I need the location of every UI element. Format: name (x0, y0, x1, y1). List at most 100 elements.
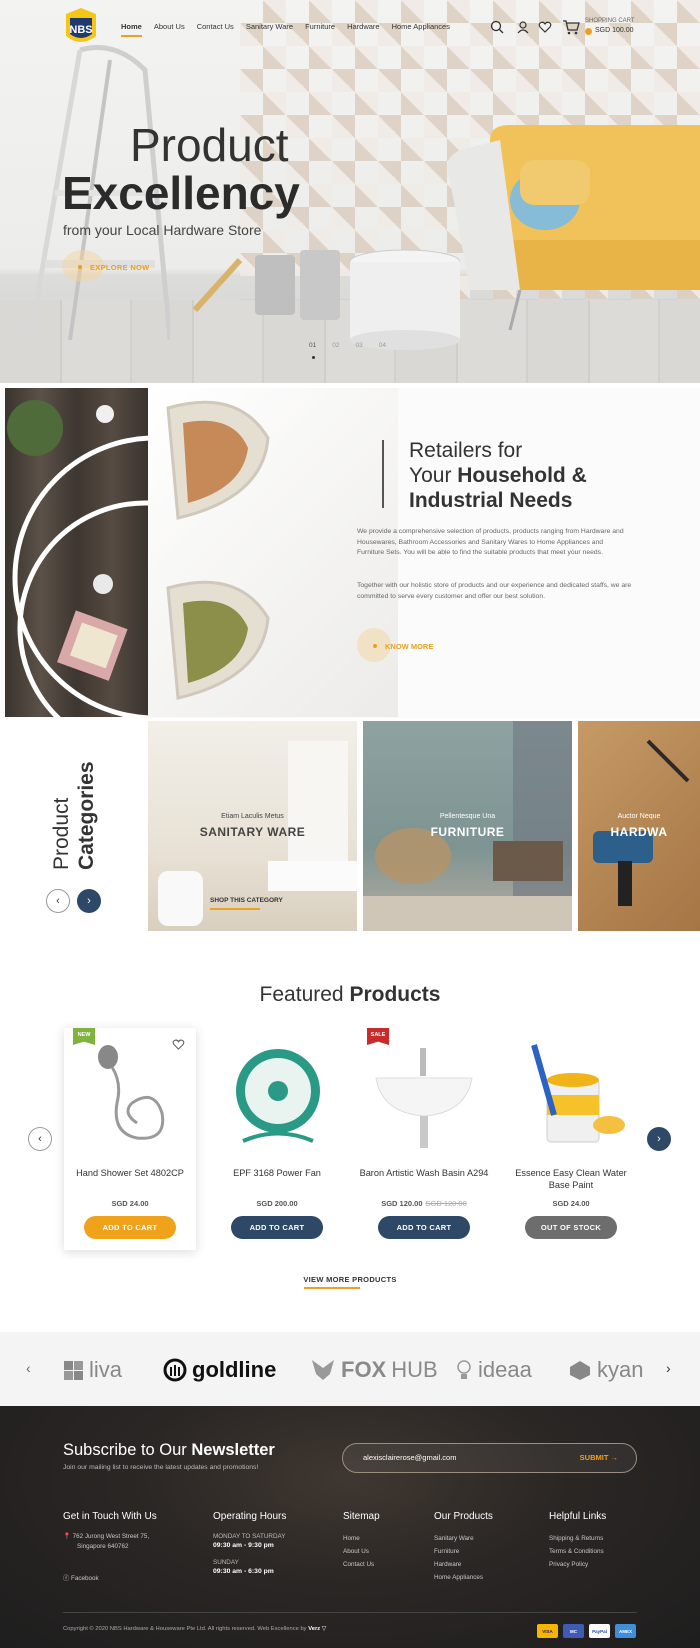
cart-total[interactable]: SGD 100.00 (595, 27, 634, 34)
categories-next-button[interactable]: › (77, 889, 101, 913)
about-heading-line1: Retailers for (409, 439, 523, 462)
footer-hardware-link[interactable]: Hardware (434, 1558, 493, 1571)
about-paragraph-1: We provide a comprehensive selection of … (357, 528, 624, 556)
product-name[interactable]: EPF 3168 Power Fan (211, 1167, 343, 1179)
know-more-dot-icon (373, 644, 377, 648)
product-name[interactable]: Essence Easy Clean Water Base Paint (505, 1167, 637, 1191)
brand-fox: FOX (341, 1357, 387, 1382)
brand-liva-name: liva (89, 1357, 123, 1382)
privacy-link[interactable]: Privacy Policy (549, 1558, 606, 1571)
products-next-button[interactable]: › (647, 1127, 671, 1151)
brand-goldline[interactable]: goldline (163, 1357, 276, 1383)
shipping-returns-link[interactable]: Shipping & Returns (549, 1532, 606, 1545)
wash-basin-image (375, 1048, 473, 1148)
wishlist-heart-icon[interactable] (538, 20, 552, 34)
sitemap-contact-link[interactable]: Contact Us (343, 1558, 380, 1571)
footer-sanitary-link[interactable]: Sanitary Ware (434, 1532, 493, 1545)
sitemap-about-link[interactable]: About Us (343, 1545, 380, 1558)
nav-about-us[interactable]: About Us (154, 22, 185, 37)
categories-prev-button[interactable]: ‹ (46, 889, 70, 913)
sofa-image (446, 125, 700, 331)
product-price: SGD 24.00 (552, 1199, 590, 1208)
product-price: SGD 120.00 SGD 120.00 (358, 1199, 490, 1208)
slide-2-link[interactable]: 02 (332, 342, 339, 349)
brand-kyan[interactable]: kyan (568, 1357, 643, 1383)
copyright-text: Copyright © 2020 NBS Hardware & Housewar… (63, 1626, 326, 1632)
nav-home[interactable]: Home (121, 22, 142, 37)
know-more-button[interactable]: KNOW MORE (385, 642, 433, 651)
product-card[interactable]: NEW Hand Shower Set 4802CP SGD 24.00 ADD… (64, 1028, 196, 1250)
about-heading-line2-bold: Household & (457, 464, 587, 487)
shop-this-category-link[interactable]: SHOP THIS CATEGORY (210, 897, 283, 904)
category-name: FURNITURE (430, 825, 505, 839)
categories-title-bold: Categories (75, 761, 98, 870)
visa-icon: VISA (537, 1624, 558, 1638)
user-icon[interactable] (516, 20, 530, 34)
newsletter-email-input[interactable] (363, 1453, 543, 1462)
facebook-link[interactable]: ⓕ Facebook (63, 1572, 157, 1585)
nav-hardware[interactable]: Hardware (347, 22, 380, 37)
footer-appliances-link[interactable]: Home Appliances (434, 1571, 493, 1584)
liva-logo-icon (64, 1361, 83, 1380)
nav-home-appliances[interactable]: Home Appliances (392, 22, 450, 37)
category-card-hardware[interactable]: Auctor Neque HARDWA (578, 721, 700, 931)
active-slide-indicator (312, 356, 315, 359)
product-card[interactable]: SALE Baron Artistic Wash Basin A294 SGD … (358, 1028, 490, 1250)
view-more-products-link[interactable]: VIEW MORE PRODUCTS (0, 1275, 700, 1284)
nav-contact-us[interactable]: Contact Us (197, 22, 234, 37)
featured-title-light: Featured (259, 983, 350, 1006)
add-to-cart-button[interactable]: ADD TO CART (84, 1216, 176, 1239)
brand-ideaa[interactable]: ideaa (455, 1357, 532, 1383)
newsletter-submit-button[interactable]: SUBMIT → (580, 1453, 618, 1462)
brands-next-icon[interactable]: › (666, 1360, 671, 1376)
sitemap-home-link[interactable]: Home (343, 1532, 380, 1545)
explore-dot-icon (78, 265, 82, 269)
brand-hub: HUB (391, 1357, 438, 1382)
brands-prev-icon[interactable]: ‹ (26, 1360, 31, 1376)
nav-sanitary-ware[interactable]: Sanitary Ware (246, 22, 293, 37)
sitemap-heading: Sitemap (343, 1511, 380, 1522)
out-of-stock-button[interactable]: OUT OF STOCK (525, 1216, 617, 1239)
search-icon[interactable] (490, 20, 504, 34)
footer-help-column: Helpful Links Shipping & Returns Terms &… (549, 1511, 606, 1571)
nav-furniture[interactable]: Furniture (305, 22, 335, 37)
product-card[interactable]: EPF 3168 Power Fan SGD 200.00 ADD TO CAR… (211, 1028, 343, 1250)
brand-foxhub[interactable]: FOX HUB (310, 1357, 438, 1383)
brand-liva[interactable]: liva (62, 1357, 122, 1383)
add-to-cart-button[interactable]: ADD TO CART (378, 1216, 470, 1239)
product-name[interactable]: Hand Shower Set 4802CP (64, 1167, 196, 1179)
footer-furniture-link[interactable]: Furniture (434, 1545, 493, 1558)
products-prev-button[interactable]: ‹ (28, 1127, 52, 1151)
wishlist-heart-icon[interactable] (172, 1038, 185, 1050)
category-card-furniture[interactable]: Pellentesque Una FURNITURE (363, 721, 572, 931)
main-nav: Home About Us Contact Us Sanitary Ware F… (121, 22, 462, 37)
cart-icon[interactable] (562, 18, 580, 36)
sale-badge: SALE (367, 1028, 389, 1045)
hero-subtitle: from your Local Hardware Store (63, 222, 262, 238)
slide-4-link[interactable]: 04 (379, 342, 386, 349)
slide-3-link[interactable]: 03 (355, 342, 362, 349)
category-tagline: Pellentesque Una (439, 813, 496, 820)
verz-link[interactable]: Verz (308, 1626, 320, 1632)
view-more-underline (304, 1287, 360, 1289)
site-header: NBS Home About Us Contact Us Sanitary Wa… (0, 0, 700, 56)
product-card[interactable]: Essence Easy Clean Water Base Paint SGD … (505, 1028, 637, 1250)
footer-hours-column: Operating Hours MONDAY TO SATURDAY 09:30… (213, 1511, 286, 1584)
cart-label[interactable]: SHOPPING CART (585, 18, 635, 24)
category-name: HARDWA (610, 825, 668, 839)
terms-link[interactable]: Terms & Conditions (549, 1545, 606, 1558)
original-price: SGD 120.00 (425, 1199, 467, 1208)
shop-link-underline (210, 908, 260, 910)
sunday-hours: 09:30 am - 6:30 pm (213, 1568, 274, 1575)
product-name[interactable]: Baron Artistic Wash Basin A294 (358, 1167, 490, 1179)
about-paragraph-2: Together with our holistic store of prod… (357, 582, 632, 600)
contact-heading: Get in Touch With Us (63, 1511, 157, 1522)
address-line1: 762 Jurong West Street 75, (72, 1533, 150, 1540)
heading-accent-line (382, 440, 384, 508)
explore-now-button[interactable]: EXPLORE NOW (90, 263, 150, 272)
hours-heading: Operating Hours (213, 1511, 287, 1522)
add-to-cart-button[interactable]: ADD TO CART (231, 1216, 323, 1239)
slide-1-link[interactable]: 01 (309, 342, 316, 349)
hero-title-light: Product (130, 119, 289, 171)
newsletter-form: SUBMIT → (342, 1443, 637, 1473)
